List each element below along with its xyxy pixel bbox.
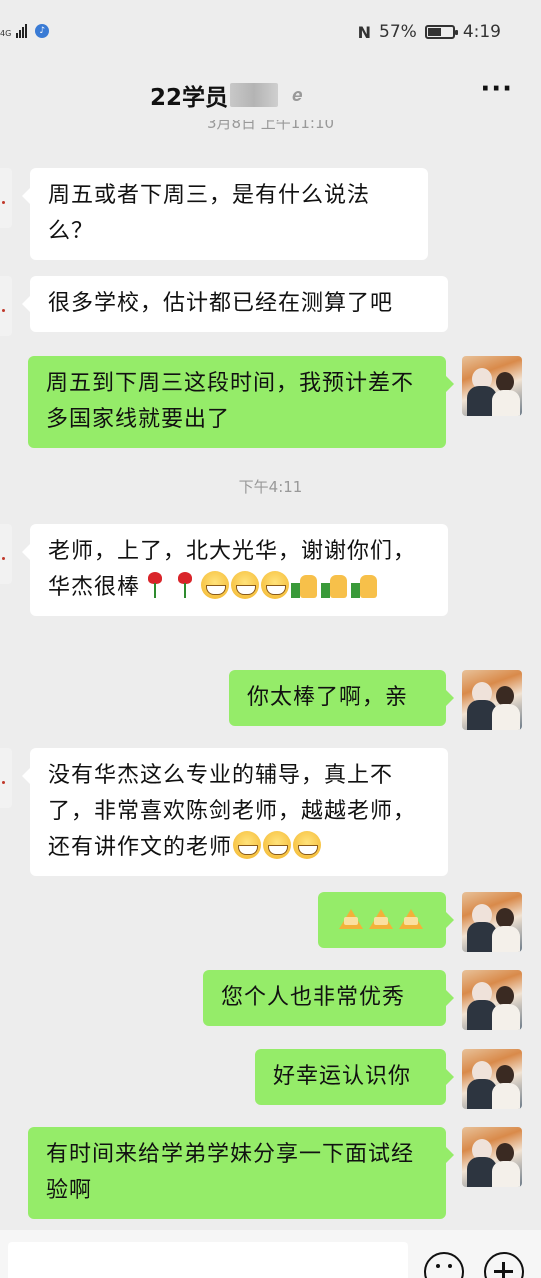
message-text: 您个人也非常优秀 (221, 985, 406, 1010)
status-right: N 57% 4:19 (358, 22, 501, 42)
thumbs-up-emoji-icon (351, 571, 379, 599)
chat-area[interactable]: 3月8日 上午11:10 周五或者下周三，是有什么说法么？ 很多学校，估计都已经… (0, 120, 541, 1230)
contact-avatar[interactable] (0, 524, 12, 584)
message-bubble-outgoing[interactable]: 您个人也非常优秀 (203, 970, 454, 1026)
my-avatar[interactable] (462, 892, 522, 952)
contact-avatar[interactable] (0, 276, 12, 336)
my-avatar[interactable] (462, 670, 522, 730)
message-bubble-incoming[interactable]: 没有华杰这么专业的辅导，真上不了，非常喜欢陈剑老师，越越老师，还有讲作文的老师 (22, 748, 448, 876)
plus-icon[interactable] (484, 1252, 524, 1278)
chat-title-wrap: 22学员 𝒆 (150, 78, 303, 112)
clap-emoji-icon (337, 903, 365, 931)
battery-percent: 57% (379, 22, 417, 42)
more-button[interactable]: ··· (480, 74, 513, 104)
my-avatar[interactable] (462, 356, 522, 416)
message-bubble-outgoing[interactable]: 你太棒了啊，亲 (229, 670, 454, 726)
thumbs-up-emoji-icon (291, 571, 319, 599)
contact-avatar[interactable] (0, 168, 12, 228)
timestamp-top-text: 3月8日 上午11:10 (206, 120, 335, 132)
chat-header: 22学员 𝒆 ··· (0, 70, 541, 120)
message-bubble-incoming[interactable]: 老师，上了，北大光华，谢谢你们，华杰很棒 (22, 524, 448, 616)
clap-emoji-icon (367, 903, 395, 931)
contact-avatar[interactable] (0, 748, 12, 808)
rose-emoji-icon (141, 571, 169, 599)
grin-emoji-icon (201, 571, 230, 599)
message-text: 周五到下周三这段时间，我预计差不多国家线就要出了 (46, 371, 415, 432)
status-left: 4G ♪ (0, 24, 50, 38)
grin-emoji-icon (293, 831, 322, 859)
message-text: 很多学校，估计都已经在测算了吧 (48, 291, 394, 316)
battery-fill (427, 28, 442, 36)
chat-title: 22学员 (150, 85, 229, 111)
redacted-name (230, 83, 279, 107)
signal-icon (16, 24, 28, 38)
ear-icon: 𝒆 (292, 84, 303, 106)
thumbs-up-emoji-icon (321, 571, 349, 599)
message-bubble-incoming[interactable]: 周五或者下周三，是有什么说法么？ (22, 168, 428, 260)
grin-emoji-icon (233, 831, 262, 859)
message-text: 你太棒了啊，亲 (247, 685, 409, 710)
message-bubble-outgoing[interactable] (318, 892, 454, 948)
clap-emoji-icon (397, 903, 425, 931)
timestamp-top: 3月8日 上午11:10 (0, 120, 541, 140)
message-input[interactable] (8, 1242, 408, 1278)
battery-icon (424, 25, 458, 39)
rose-emoji-icon (171, 571, 199, 599)
clock: 4:19 (462, 22, 501, 42)
nfc-icon: N (357, 22, 372, 42)
status-bar: 4G ♪ N 57% 4:19 (0, 0, 541, 70)
my-avatar[interactable] (462, 1127, 522, 1187)
timestamp-afternoon: 下午4:11 (238, 478, 303, 496)
grin-emoji-icon (263, 831, 292, 859)
input-bar (0, 1230, 541, 1278)
message-text: 周五或者下周三，是有什么说法么？ (48, 183, 371, 244)
message-text: 没有华杰这么专业的辅导，真上不了，非常喜欢陈剑老师，越越老师，还有讲作文的老师 (48, 763, 417, 860)
emoji-icon[interactable] (424, 1252, 464, 1278)
message-text: 好幸运认识你 (273, 1064, 412, 1089)
my-avatar[interactable] (462, 1049, 522, 1109)
message-bubble-outgoing[interactable]: 周五到下周三这段时间，我预计差不多国家线就要出了 (28, 356, 454, 448)
network-type: 4G (0, 29, 12, 38)
message-bubble-outgoing[interactable]: 有时间来给学弟学妹分享一下面试经验啊 (28, 1127, 454, 1219)
message-bubble-outgoing[interactable]: 好幸运认识你 (255, 1049, 454, 1105)
message-text: 有时间来给学弟学妹分享一下面试经验啊 (46, 1142, 415, 1203)
grin-emoji-icon (261, 571, 290, 599)
grin-emoji-icon (231, 571, 260, 599)
music-icon: ♪ (35, 24, 50, 38)
message-bubble-incoming[interactable]: 很多学校，估计都已经在测算了吧 (22, 276, 448, 332)
my-avatar[interactable] (462, 970, 522, 1030)
